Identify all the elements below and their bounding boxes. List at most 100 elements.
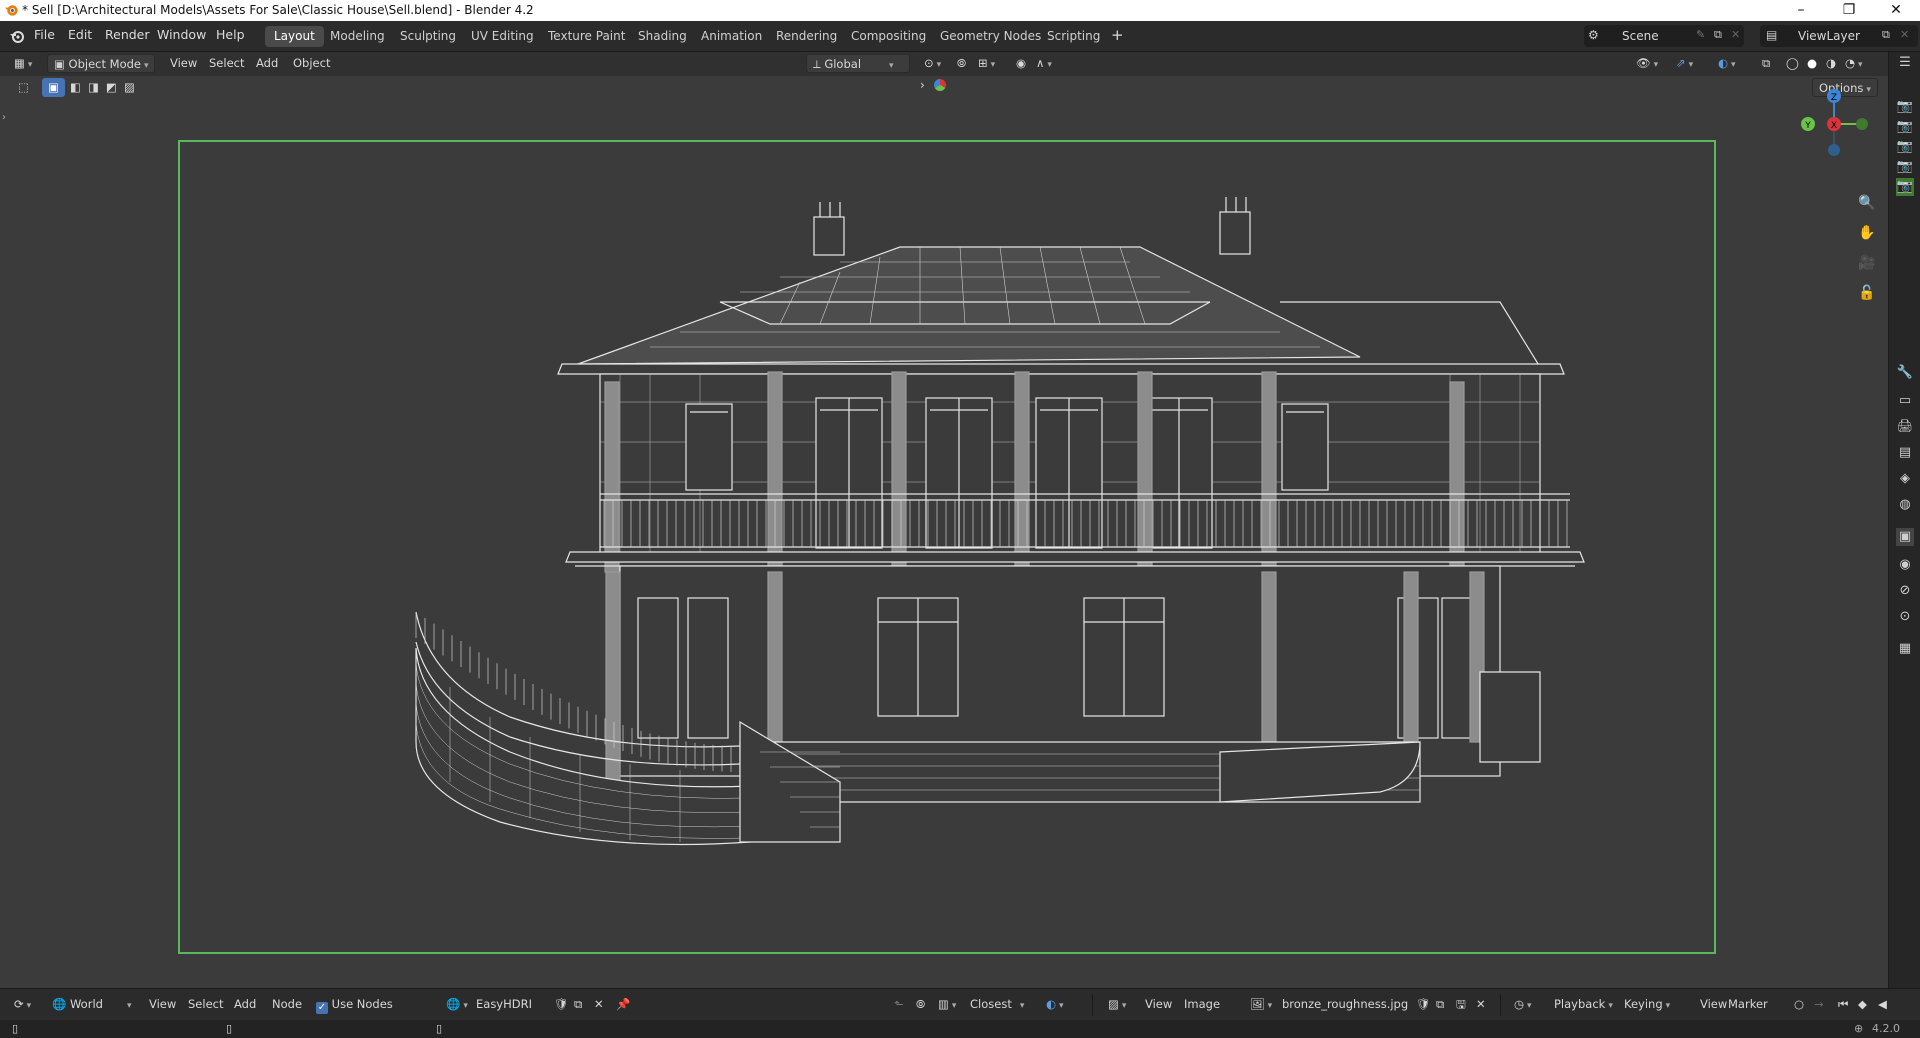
tab-uv-editing[interactable]: UV Editing <box>462 26 543 47</box>
toolbar-toggle-icon[interactable]: › <box>2 112 6 123</box>
overlay-icon[interactable]: ◐ ▾ <box>1712 54 1742 73</box>
menu-file[interactable]: File <box>34 27 55 42</box>
camera-icon[interactable]: 🎥 <box>1856 252 1878 274</box>
timeline-menu-keying[interactable]: Keying ▾ <box>1618 995 1676 1014</box>
transform-pivot-icon[interactable]: ⊙ ▾ <box>918 54 947 73</box>
tab-geometry-nodes[interactable]: Geometry Nodes <box>931 26 1050 47</box>
constraints-properties-icon[interactable]: ⊘ <box>1896 582 1914 600</box>
pin-icon[interactable]: ✎ <box>1696 28 1705 41</box>
add-workspace-button[interactable]: + <box>1111 26 1124 44</box>
node-menu-select[interactable]: Select <box>182 995 229 1014</box>
cursor-icon[interactable]: ⬚ <box>12 78 35 97</box>
camera-view-icon[interactable]: 📷 <box>1896 98 1914 116</box>
save-image-icon[interactable]: 🖫 <box>1450 995 1472 1014</box>
image-menu-view[interactable]: View <box>1139 995 1178 1014</box>
new-scene-icon[interactable]: ⧉ <box>1714 28 1722 42</box>
camera-view-icon-4[interactable]: 📷 <box>1896 158 1914 176</box>
output-properties-icon[interactable]: 🖨 <box>1896 418 1914 436</box>
node-editor-type-icon[interactable]: ⟳ ▾ <box>8 995 37 1014</box>
pin-icon[interactable]: 📌 <box>610 995 636 1014</box>
header-expand-icon[interactable]: › <box>920 78 925 92</box>
viewport-menu-object[interactable]: Object <box>287 54 336 73</box>
close-icon[interactable]: ✕ <box>1731 28 1740 41</box>
node-menu-node[interactable]: Node <box>266 995 308 1014</box>
viewport-menu-add[interactable]: Add <box>250 54 284 73</box>
jump-keyframe-icon[interactable]: ◆ <box>1852 995 1873 1014</box>
node-menu-add[interactable]: Add <box>228 995 262 1014</box>
jump-start-icon[interactable]: ⏮ <box>1832 995 1854 1014</box>
tab-modeling[interactable]: Modeling <box>321 26 394 47</box>
world-browse-icon[interactable]: 🌐 ▾ <box>440 995 474 1014</box>
timeline-menu-playback[interactable]: Playback ▾ <box>1548 995 1619 1014</box>
tab-compositing[interactable]: Compositing <box>842 26 935 47</box>
scene-properties-icon[interactable]: ◈ <box>1896 470 1914 488</box>
timeline-menu-marker[interactable]: Marker <box>1722 995 1774 1014</box>
proportional-icon[interactable]: ◉ <box>1010 54 1032 73</box>
view-layer-selector[interactable]: ▤ ViewLayer ⧉ ✕ <box>1760 25 1918 47</box>
object-properties-icon[interactable]: ▣ <box>1896 528 1914 546</box>
image-menu-image[interactable]: Image <box>1178 995 1226 1014</box>
scene-selector[interactable]: ⚙ Scene ✎ ⧉ ✕ <box>1584 25 1744 47</box>
snap-mode-label[interactable]: Closest ▾ <box>964 995 1030 1014</box>
image-browse-icon[interactable]: 🖼 ▾ <box>1244 995 1278 1014</box>
world-properties-icon[interactable]: ◍ <box>1896 496 1914 514</box>
restore-button[interactable]: ❐ <box>1826 0 1872 21</box>
menu-help[interactable]: Help <box>216 27 245 42</box>
blender-menu-icon[interactable] <box>9 28 25 44</box>
node-menu-view[interactable]: View <box>143 995 182 1014</box>
navigation-gizmo[interactable]: Z Y X <box>1796 88 1872 160</box>
shader-type-dropdown[interactable]: 🌐 World ▾ <box>46 995 137 1014</box>
snap-icon[interactable]: ⦾ <box>951 54 972 73</box>
close-icon[interactable]: ✕ <box>1900 28 1909 41</box>
close-icon[interactable]: ✕ <box>1470 995 1492 1014</box>
camera-view-icon-2[interactable]: 📷 <box>1896 118 1914 136</box>
auto-keying-icon[interactable]: ○ <box>1788 995 1810 1014</box>
image-name[interactable]: bronze_roughness.jpg <box>1276 995 1414 1014</box>
camera-view-icon-3[interactable]: 📷 <box>1896 138 1914 156</box>
keying-set-icon[interactable]: → <box>1808 995 1830 1014</box>
shading-rendered-icon[interactable]: ◔ ▾ <box>1839 54 1869 73</box>
magnet-icon[interactable]: ⦾ <box>910 995 931 1014</box>
minimize-button[interactable]: – <box>1778 0 1824 21</box>
tab-rendering[interactable]: Rendering <box>767 26 846 47</box>
3d-viewport[interactable]: ⬚ ▣ ◧ ◨ ◩ ▨ › Options ▾ › Z Y X 🔍 ✋ 🎥 🔓 <box>0 76 1888 988</box>
tab-layout[interactable]: Layout <box>265 26 324 47</box>
select-box-icon[interactable]: ▣ <box>42 78 65 97</box>
proportional-falloff-icon[interactable]: ∧ ▾ <box>1030 54 1058 73</box>
xray-icon[interactable]: ⧉ <box>1756 54 1776 73</box>
tab-texture-paint[interactable]: Texture Paint <box>539 26 634 47</box>
menu-window[interactable]: Window <box>157 27 206 42</box>
data-properties-icon[interactable]: ⊙ <box>1896 608 1914 626</box>
use-nodes-checkbox[interactable]: ✓ Use Nodes <box>310 995 399 1014</box>
properties-tool-icon[interactable]: 🔧 <box>1896 364 1914 382</box>
play-reverse-icon[interactable]: ◀ <box>1872 995 1893 1014</box>
close-window-button[interactable]: ✕ <box>1873 0 1919 21</box>
close-icon[interactable]: ✕ <box>588 995 610 1014</box>
snap-target-icon[interactable]: ⊞ ▾ <box>972 54 1001 73</box>
menu-edit[interactable]: Edit <box>68 27 92 42</box>
new-view-layer-icon[interactable]: ⧉ <box>1882 28 1890 42</box>
mode-dropdown[interactable]: ▣ Object Mode ▾ <box>47 54 155 73</box>
world-name[interactable]: EasyHDRI <box>470 995 538 1014</box>
physics-properties-icon[interactable]: ◉ <box>1896 556 1914 574</box>
editor-type-icon[interactable]: ▦ ▾ <box>8 54 38 73</box>
tab-animation[interactable]: Animation <box>692 26 771 47</box>
snap-node-icon[interactable]: ⬑ <box>888 995 910 1014</box>
new-image-icon[interactable]: ⧉ <box>1430 995 1450 1014</box>
menu-render[interactable]: Render <box>105 27 150 42</box>
texture-properties-icon[interactable]: ▦ <box>1896 640 1914 658</box>
gizmo-icon[interactable]: ⇗ ▾ <box>1670 54 1699 73</box>
hand-icon[interactable]: ✋ <box>1856 222 1878 244</box>
overlay-icon[interactable]: ◐ ▾ <box>1040 995 1070 1014</box>
viewport-menu-select[interactable]: Select <box>203 54 250 73</box>
camera-view-icon-active[interactable]: 📷 <box>1896 178 1914 196</box>
new-world-icon[interactable]: ⧉ <box>568 995 588 1014</box>
lock-icon[interactable]: 🔓 <box>1856 282 1878 304</box>
tab-scripting[interactable]: Scripting <box>1038 26 1109 47</box>
zoom-icon[interactable]: 🔍 <box>1856 192 1878 214</box>
viewport-menu-view[interactable]: View <box>164 54 203 73</box>
tab-shading[interactable]: Shading <box>629 26 696 47</box>
image-editor-type-icon[interactable]: ▨ ▾ <box>1102 995 1132 1014</box>
outliner-icon[interactable]: ☰ <box>1896 54 1914 72</box>
visibility-icon[interactable]: 👁 ▾ <box>1630 54 1664 73</box>
